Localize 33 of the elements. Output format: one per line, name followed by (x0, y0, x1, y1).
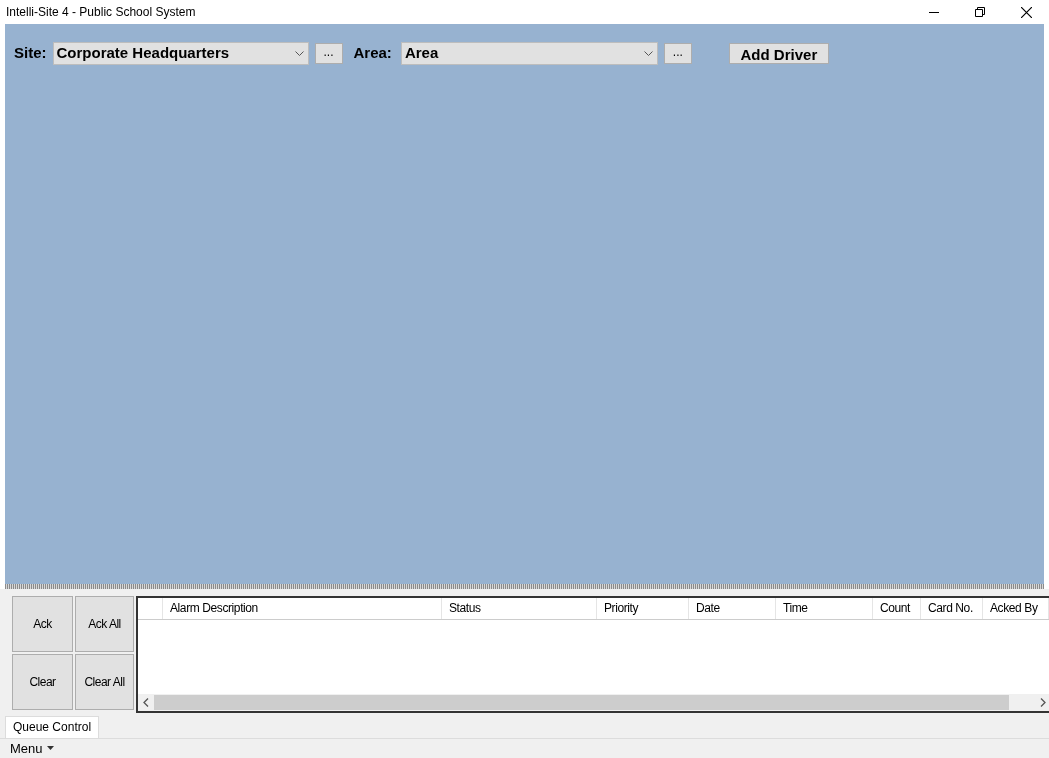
column-header[interactable]: Status (449, 599, 481, 618)
minimize-icon (929, 11, 939, 13)
queue-control-tab[interactable]: Queue Control (5, 715, 100, 738)
chevron-down-icon (643, 51, 653, 56)
scrollbar-thumb[interactable] (154, 694, 1009, 710)
menu-button[interactable]: Menu (10, 738, 54, 758)
close-icon (1020, 6, 1032, 18)
column-header[interactable]: Acked By (990, 599, 1038, 618)
scroll-left-icon[interactable] (143, 697, 149, 707)
window-title: Intelli-Site 4 - Public School System (5, 4, 196, 21)
area-browse-button[interactable]: ... (663, 43, 692, 64)
column-header[interactable]: Card No. (928, 599, 973, 618)
horizontal-scrollbar[interactable] (138, 693, 1049, 711)
add-driver-button[interactable]: Add Driver (728, 43, 829, 64)
queue-button[interactable]: Ack (12, 595, 73, 652)
column-header[interactable]: Count (880, 599, 911, 618)
site-browse-button[interactable]: ... (314, 43, 343, 64)
site-dropdown[interactable]: Corporate Headquarters (52, 42, 309, 65)
column-header[interactable]: Time (783, 599, 808, 618)
area-dropdown[interactable]: Area (400, 42, 658, 65)
chevron-down-icon (294, 51, 304, 56)
caret-icon (46, 746, 54, 751)
column-header[interactable]: Alarm Description (170, 599, 258, 618)
queue-button[interactable]: Clear (12, 653, 73, 710)
splitter-handle[interactable] (5, 583, 1044, 589)
restore-icon (975, 7, 985, 17)
area-label: Area: (353, 43, 392, 64)
column-header[interactable]: Date (696, 599, 720, 618)
site-label: Site: (14, 43, 47, 64)
scroll-right-icon[interactable] (1040, 697, 1046, 707)
column-header[interactable]: Priority (604, 599, 639, 618)
queue-button[interactable]: Ack All (75, 595, 134, 652)
queue-button[interactable]: Clear All (75, 653, 134, 710)
